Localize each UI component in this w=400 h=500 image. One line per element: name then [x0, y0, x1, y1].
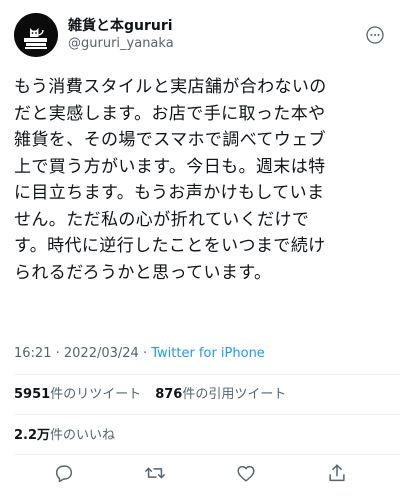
divider	[14, 374, 400, 375]
tweet-source-link[interactable]: Twitter for iPhone	[151, 346, 265, 361]
likes-count: 2.2万	[14, 428, 51, 443]
quotes-count: 876	[155, 387, 183, 402]
retweet-icon[interactable]	[142, 460, 168, 486]
meta-separator: ·	[51, 346, 64, 361]
heart-icon[interactable]	[233, 460, 259, 486]
quotes-label: 件の引用ツイート	[182, 387, 287, 402]
tweet-time[interactable]: 16:21	[14, 346, 51, 361]
retweet-stats: 5951件のリツイート 876件の引用ツイート	[14, 386, 286, 404]
reply-icon[interactable]	[51, 460, 77, 486]
retweets-count: 5951	[14, 387, 51, 402]
like-stats: 2.2万件のいいね	[14, 427, 115, 445]
retweets-label: 件のリツイート	[50, 387, 142, 402]
author-names: 雑貨と本gururi @gururi_yanaka	[68, 17, 174, 53]
share-icon[interactable]	[324, 460, 350, 486]
tweet-text: もう消費スタイルと実店舗が合わないの だと実感します。お店で手に取った本や 雑貨…	[14, 74, 386, 286]
tweet-text-line: もう消費スタイルと実店舗が合わないの	[14, 77, 327, 97]
tweet-text-line: 雑貨を、その場でスマホで調べてウェブ	[14, 130, 327, 150]
divider	[14, 454, 400, 455]
tweet-date[interactable]: 2022/03/24	[64, 346, 139, 361]
retweets-link[interactable]: 5951件のリツイート	[14, 387, 141, 402]
tweet-text-line: られるだろうかと思っています。	[14, 262, 272, 283]
meta-separator: ·	[138, 346, 152, 361]
divider	[14, 414, 400, 415]
author-handle[interactable]: @gururi_yanaka	[68, 35, 174, 53]
tweet-text-line: だと実感します。お店で手に取った本や	[14, 103, 326, 124]
likes-label: 件のいいね	[50, 428, 116, 443]
author-display-name[interactable]: 雑貨と本gururi	[68, 17, 174, 35]
tweet-text-line: す。時代に逆行したことをいつまで続け	[14, 236, 326, 256]
quotes-link[interactable]: 876件の引用ツイート	[155, 387, 286, 402]
tweet-text-line: 上で買う方がいます。今日も。週末は特	[14, 156, 326, 177]
tweet-header: 雑貨と本gururi @gururi_yanaka	[14, 12, 386, 58]
more-options-icon[interactable]	[364, 24, 386, 46]
likes-link[interactable]: 2.2万件のいいね	[14, 428, 115, 443]
tweet-meta: 16:21 · 2022/03/24 · Twitter for iPhone	[14, 345, 265, 363]
cat-on-books-logo-icon	[14, 13, 58, 57]
tweet-card: 雑貨と本gururi @gururi_yanaka もう消費スタイルと実店舗が合…	[0, 0, 400, 500]
avatar[interactable]	[14, 13, 58, 57]
tweet-text-line: に目立ちます。もうお声かけもしていま	[14, 183, 325, 203]
tweet-text-line: せん。ただ私の心が折れていくだけで	[14, 209, 310, 230]
action-bar	[0, 456, 400, 490]
